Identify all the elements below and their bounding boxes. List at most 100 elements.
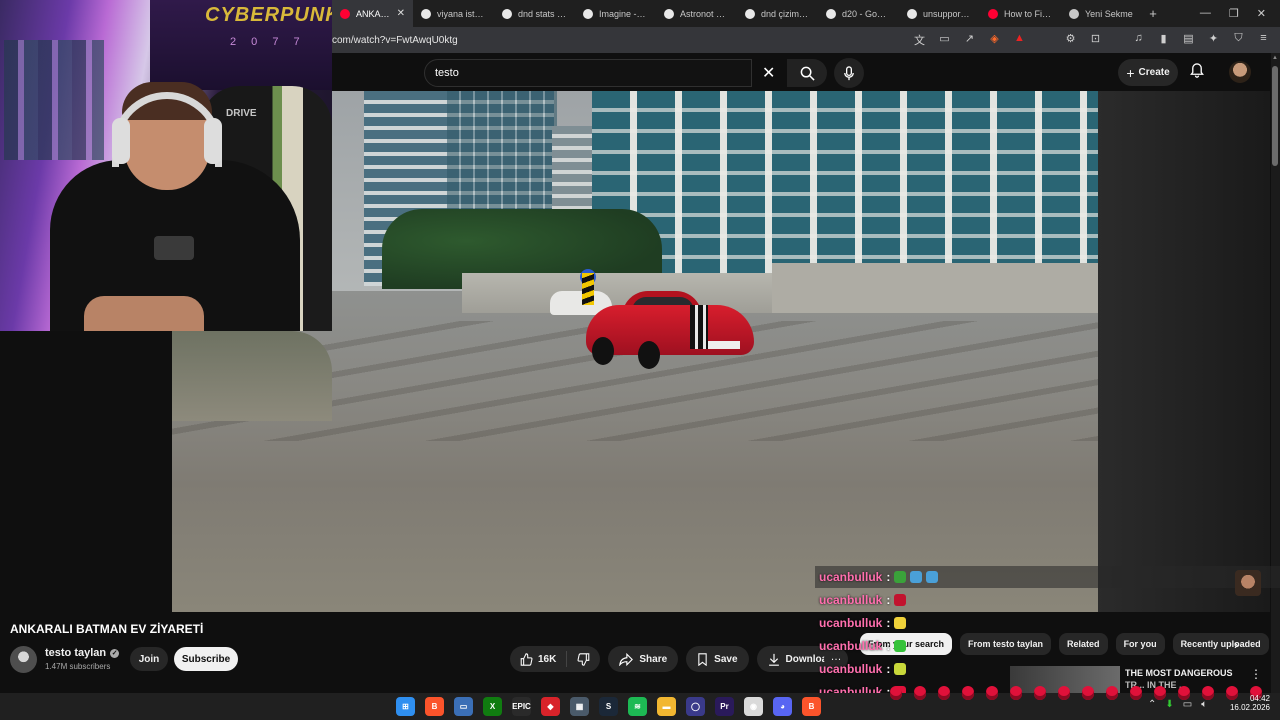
search-button[interactable] [787,59,827,87]
download-icon [768,653,779,666]
dislike-button[interactable] [567,646,600,672]
like-count: 16K [538,653,557,665]
tray-chevron-icon[interactable]: ⌃ [1148,699,1156,710]
close-tab-icon[interactable]: ✕ [397,8,405,19]
browser-tab[interactable]: ANKARA ✕ [332,0,413,27]
system-tray: ⌃ ⬇ ▭ 🔈︎ [1148,699,1207,710]
screenshot-icon[interactable]: ⊡ [1089,32,1102,48]
search-input-value[interactable]: testo [435,67,459,79]
account-avatar[interactable] [1229,61,1251,83]
tray-app-icon[interactable]: ⬇ [1165,699,1173,710]
extensions-icon[interactable]: ⚙ [1064,32,1077,48]
channel-name[interactable]: testo taylan [45,647,106,659]
chat-username: ucanbulluk [819,662,883,676]
chat-message: ucanbulluk: [819,662,907,676]
windows-start-icon[interactable]: ⊞ [396,697,415,716]
chat-username: ucanbulluk [819,570,883,584]
share-button[interactable]: Share [608,646,679,672]
url-text[interactable]: com/watch?v=FwtAwqU0ktg [332,35,913,46]
leo-ai-icon[interactable]: ✦ [1207,32,1220,48]
scroll-up-arrow-icon[interactable]: ▲ [1272,55,1278,61]
video-title: ANKARALI BATMAN EV ZİYARETİ [10,622,204,636]
sidebar-icon[interactable]: ▮ [1157,32,1170,48]
share-page-icon[interactable]: ↗ [963,32,976,48]
chat-emote-icon [1106,686,1118,700]
create-button[interactable]: + Create [1118,59,1178,86]
tab-favicon-icon [340,8,350,19]
browser-tab[interactable]: viyana istanbu [413,0,494,27]
like-button[interactable]: 16K [510,646,566,672]
car-stripe [690,305,708,349]
channel-avatar[interactable] [10,646,37,673]
browser-tab[interactable]: d20 - Google [818,0,899,27]
chat-message: ucanbulluk: [819,639,907,653]
taskbar-clock[interactable]: 04:42 16.02.2026 [1226,694,1270,712]
brave-taskbar-icon[interactable]: B [802,697,821,716]
minimize-icon[interactable]: — [1200,7,1211,20]
tab-favicon-icon [907,8,917,19]
network-icon[interactable]: ▭ [1183,699,1192,710]
spotify-icon[interactable]: ≋ [628,697,647,716]
translate-icon[interactable]: 文 [913,32,926,48]
chat-message: ucanbulluk: [819,616,907,630]
browser-tab[interactable]: dnd çizim - G [737,0,818,27]
channel-name-row[interactable]: testo taylan ✓ [45,647,120,659]
file-explorer-icon[interactable]: ▬ [657,697,676,716]
chrome-icon[interactable]: ◉ [744,697,763,716]
chat-emote-icon [894,663,907,675]
browser-tab[interactable]: Yeni Sekme [1061,0,1142,27]
clear-search-icon[interactable]: ✕ [762,63,775,83]
share-label: Share [639,653,668,665]
notifications-bell-icon[interactable] [1190,63,1204,81]
close-window-icon[interactable]: ✕ [1257,7,1266,20]
chat-emote-icon [1082,686,1094,700]
like-dislike-group: 16K [510,646,601,672]
browser-tab[interactable]: Astronot DNI [656,0,737,27]
video-red-car [582,289,758,369]
webcam-wall-posters [4,40,104,160]
app-red-icon[interactable]: ◆ [541,697,560,716]
restore-icon[interactable]: ❐ [1229,7,1239,20]
chat-emote-icon [894,571,907,583]
menu-icon[interactable]: ≡ [1257,32,1270,48]
premiere-icon[interactable]: Pr [715,697,734,716]
brave-shields-icon[interactable]: ◈ [988,32,1001,48]
brave-rewards-icon[interactable]: ▲ [1013,32,1026,48]
xbox-icon[interactable]: X [483,697,502,716]
chat-user-avatar [1235,570,1261,596]
browser-tab[interactable]: How to Fix M [980,0,1061,27]
chat-emote-icon [894,617,907,629]
obs-icon[interactable]: ◯ [686,697,705,716]
address-bar[interactable]: com/watch?v=FwtAwqU0ktg 文 ▭ ↗ ◈ ▲ ⚙ ⊡ ♫ … [332,27,1280,53]
calculator-icon[interactable]: ▦ [570,697,589,716]
save-button[interactable]: Save [686,646,749,672]
wallet-icon[interactable]: ▤ [1182,32,1195,48]
brave-icon[interactable]: B [425,697,444,716]
browser-tab-bar: ANKARA ✕ viyana istanbu dnd stats - G Imagin… [332,0,1280,27]
webcam-chair-brand: DRIVE [226,108,257,119]
chat-emote-spam [890,686,1262,700]
steam-icon[interactable]: S [599,697,618,716]
tab-favicon-icon [1069,8,1079,19]
subscribe-button[interactable]: Subscribe [174,647,238,671]
chat-separator: : [886,616,891,630]
vpn-icon[interactable]: ⛉ [1232,32,1245,48]
browser-tab[interactable]: dnd stats - G [494,0,575,27]
plus-icon: + [1126,64,1135,81]
cast-icon[interactable]: ▭ [938,32,951,48]
webcam-headset-earcup [112,118,130,164]
volume-icon[interactable]: 🔈︎ [1201,699,1207,710]
scrollbar-thumb[interactable] [1272,66,1278,166]
search-input[interactable]: testo [424,59,752,87]
discord-icon[interactable]: ◕ [773,697,792,716]
voice-search-button[interactable] [834,58,864,88]
join-button[interactable]: Join [130,647,168,671]
epic-games-icon[interactable]: EPIC [512,697,531,716]
tab-label: unsupported [923,8,972,19]
new-tab-button[interactable]: + [1142,6,1164,21]
browser-tab[interactable]: Imagine - Gro [575,0,656,27]
browser-tab[interactable]: unsupported [899,0,980,27]
display-icon[interactable]: ▭ [454,697,473,716]
media-icon[interactable]: ♫ [1132,32,1145,48]
tab-label: dnd çizim - G [761,8,810,19]
